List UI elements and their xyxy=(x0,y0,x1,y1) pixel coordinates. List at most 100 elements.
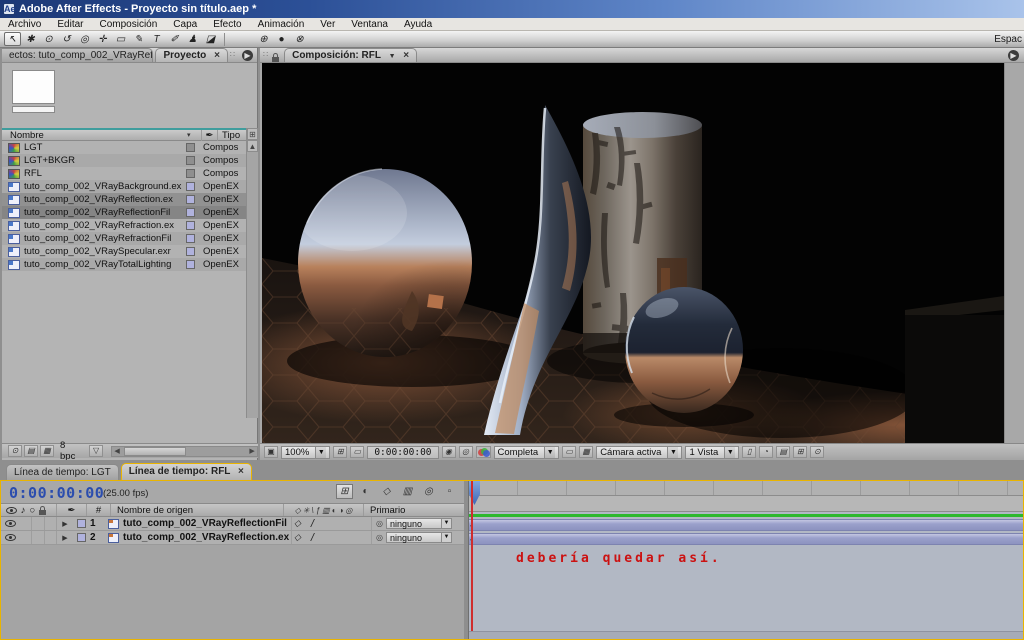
menu-item[interactable]: Ver xyxy=(312,18,343,31)
search-icon[interactable]: ⊙ xyxy=(8,445,22,457)
project-item-row[interactable]: tuto_comp_002_VRayReflectionFil OpenEX xyxy=(2,206,246,219)
project-item-row[interactable]: tuto_comp_002_VRaySpecular.exr OpenEX xyxy=(2,245,246,258)
zoom-tool[interactable]: ⊙ xyxy=(40,32,57,46)
label-color-swatch[interactable] xyxy=(77,519,86,528)
label-color-swatch[interactable] xyxy=(186,195,195,204)
pan-behind-tool[interactable]: ✛ xyxy=(94,32,111,46)
camera-track-xy-tool[interactable]: ● xyxy=(273,32,290,46)
time-ruler[interactable] xyxy=(469,481,1023,496)
eye-icon[interactable] xyxy=(5,534,16,541)
region-of-interest-icon[interactable]: ⊞ xyxy=(333,446,347,458)
scroll-left-icon[interactable]: ◀ xyxy=(112,447,122,455)
project-horizontal-scrollbar[interactable]: ◀ ▶ xyxy=(111,446,258,457)
pen-tool[interactable]: ✎ xyxy=(130,32,147,46)
window-titlebar[interactable]: Ae Adobe After Effects - Proyecto sin tí… xyxy=(0,0,1024,18)
panel-grip[interactable]: ∷ xyxy=(230,48,236,62)
menu-item[interactable]: Capa xyxy=(165,18,205,31)
solo-icon[interactable]: ○ xyxy=(30,505,36,516)
timeline-layer-row[interactable]: ▶ 2 tuto_comp_002_VRayReflection.ex ◇ / … xyxy=(1,531,464,545)
shy-icon[interactable]: ◇ xyxy=(294,532,301,543)
project-item-row[interactable]: tuto_comp_002_VRayRefractionFil OpenEX xyxy=(2,232,246,245)
menu-item[interactable]: Archivo xyxy=(0,18,49,31)
unified-camera-tool[interactable]: ◎ xyxy=(76,32,93,46)
chevron-down-icon[interactable]: ▾ xyxy=(187,131,201,139)
motion-blur-icon[interactable]: ◐ xyxy=(332,506,337,515)
effects-icon[interactable]: ƒ xyxy=(316,506,320,515)
bit-depth-indicator[interactable]: 8 bpc xyxy=(60,440,83,462)
av-feature-cells[interactable] xyxy=(19,531,57,544)
timeline-button[interactable]: ▤ xyxy=(776,446,790,458)
project-item-row[interactable]: LGT Compos xyxy=(2,141,246,154)
safe-zones-icon[interactable]: ▭ xyxy=(350,446,364,458)
frame-blend-icon[interactable]: ▥ xyxy=(322,506,330,515)
quality-icon[interactable]: \ xyxy=(311,506,313,515)
text-tool[interactable]: T xyxy=(148,32,165,46)
timeline-layer-row[interactable]: ▶ 1 tuto_comp_002_VRayReflectionFil ◇ / … xyxy=(1,517,464,531)
timeline-horizontal-scrollbar[interactable] xyxy=(469,631,1023,639)
roi-button[interactable]: ▭ xyxy=(562,446,576,458)
label-color-swatch[interactable] xyxy=(186,143,195,152)
adjustment-layer-icon[interactable]: ◑ xyxy=(339,506,344,515)
menu-item[interactable]: Animación xyxy=(250,18,313,31)
panel-grip[interactable]: ∷ xyxy=(263,48,269,62)
label-color-swatch[interactable] xyxy=(186,221,195,230)
close-icon[interactable]: × xyxy=(403,50,409,61)
timeline-track-area[interactable]: debería quedar así. xyxy=(469,481,1023,639)
layer-duration-bar-2[interactable] xyxy=(469,533,1023,545)
audio-icon[interactable]: ♪ xyxy=(21,505,26,516)
label-color-swatch[interactable] xyxy=(77,533,86,542)
show-snapshot-icon[interactable]: ◎ xyxy=(459,446,473,458)
exposure-icon[interactable]: ⊙ xyxy=(810,446,824,458)
menu-item[interactable]: Editar xyxy=(49,18,91,31)
tab-composicion-rfl[interactable]: Composición: RFL ▼ × xyxy=(284,48,417,62)
fast-preview-icon[interactable]: ◔ xyxy=(759,446,773,458)
new-folder-icon[interactable]: ▤ xyxy=(24,445,38,457)
hand-tool[interactable]: ✱ xyxy=(22,32,39,46)
clone-stamp-tool[interactable]: ♟ xyxy=(184,32,201,46)
eye-icon[interactable] xyxy=(6,507,17,514)
project-item-row[interactable]: RFL Compos xyxy=(2,167,246,180)
label-color-swatch[interactable] xyxy=(186,208,195,217)
flowchart-mini-icon[interactable]: ⊞ xyxy=(247,128,258,140)
mask-shape-tool[interactable]: ▭ xyxy=(112,32,129,46)
chevron-down-icon[interactable]: ▼ xyxy=(389,50,396,64)
expand-arrow-icon[interactable]: ▶ xyxy=(57,534,73,542)
scroll-right-icon[interactable]: ▶ xyxy=(247,447,257,455)
3d-layer-icon[interactable]: ◎ xyxy=(345,506,352,515)
shy-icon[interactable]: ◇ xyxy=(294,518,301,529)
project-vertical-scrollbar[interactable]: ⊞ ▲ xyxy=(246,128,258,418)
channels-icon[interactable] xyxy=(476,446,491,458)
column-header-name[interactable]: Nombre xyxy=(2,130,182,141)
magnification-dropdown[interactable]: 100%▼ xyxy=(281,446,330,459)
close-icon[interactable]: × xyxy=(214,50,220,61)
menu-item[interactable]: Ventana xyxy=(343,18,396,31)
motion-blur-button[interactable]: ◎ xyxy=(420,484,437,499)
parent-dropdown[interactable]: ninguno ▼ xyxy=(386,532,452,543)
label-column-header[interactable]: ✒ xyxy=(57,504,87,516)
tab-timeline-lgt[interactable]: Línea de tiempo: LGT xyxy=(6,464,119,480)
eye-icon[interactable] xyxy=(5,520,16,527)
layer-switches[interactable]: ◇ / xyxy=(291,517,371,530)
close-icon[interactable]: × xyxy=(238,466,244,477)
shy-icon[interactable]: ◇ xyxy=(295,506,301,515)
source-name-column-header[interactable]: Nombre de origen xyxy=(111,504,284,516)
tab-effect-controls[interactable]: ectos: tuto_comp_002_VRayReflectionFil xyxy=(2,48,153,62)
label-color-swatch[interactable] xyxy=(186,234,195,243)
camera-orbit-tool[interactable]: ⊕ xyxy=(255,32,272,46)
active-camera-dropdown[interactable]: Cámara activa▼ xyxy=(596,446,682,459)
parent-dropdown[interactable]: ninguno ▼ xyxy=(386,518,452,529)
tab-timeline-rfl[interactable]: Línea de tiempo: RFL × xyxy=(121,463,252,480)
layer-switches[interactable]: ◇ / xyxy=(291,531,371,544)
flowchart-button[interactable]: ⊞ xyxy=(793,446,807,458)
menu-item[interactable]: Composición xyxy=(91,18,165,31)
project-item-row[interactable]: tuto_comp_002_VRayBackground.ex OpenEX xyxy=(2,180,246,193)
label-color-swatch[interactable] xyxy=(186,156,195,165)
panel-menu-icon[interactable]: ▶ xyxy=(242,50,253,61)
composition-timecode[interactable]: 0:00:00:00 xyxy=(367,446,438,459)
frame-blend-button[interactable]: ▥ xyxy=(399,484,416,499)
label-column-icon[interactable]: ✒ xyxy=(201,130,217,141)
pick-whip-icon[interactable]: ◎ xyxy=(376,533,383,542)
auto-keyframe-button[interactable]: ▫ xyxy=(441,484,458,499)
pick-whip-icon[interactable]: ◎ xyxy=(376,519,383,528)
resolution-dropdown[interactable]: Completa▼ xyxy=(494,446,560,459)
